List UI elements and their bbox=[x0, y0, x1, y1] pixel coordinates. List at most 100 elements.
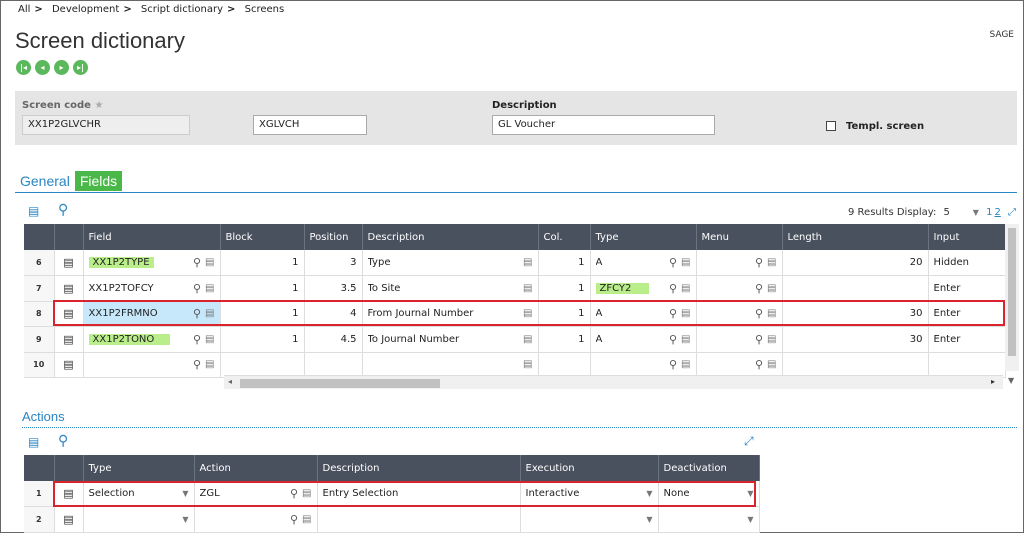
description-cell[interactable]: Type bbox=[368, 257, 520, 268]
col-description[interactable]: Description bbox=[317, 455, 521, 481]
col-cell[interactable]: 1 bbox=[538, 326, 591, 353]
display-select[interactable]: 5 bbox=[944, 207, 970, 218]
expand-icon[interactable]: ⤢ bbox=[744, 434, 754, 449]
detail-icon[interactable]: ▤ bbox=[205, 257, 214, 268]
row-detail-icon[interactable]: ▤ bbox=[54, 506, 84, 533]
position-cell[interactable]: 4.5 bbox=[304, 326, 363, 353]
breadcrumb-screens[interactable]: Screens bbox=[245, 4, 285, 15]
detail-icon[interactable]: ▤ bbox=[205, 334, 214, 345]
field-cell[interactable]: XX1P2TOFCY bbox=[89, 283, 190, 294]
search-icon[interactable]: ⚲ bbox=[669, 358, 677, 371]
search-icon[interactable]: ⚲ bbox=[58, 202, 68, 218]
input-cell[interactable] bbox=[928, 352, 1006, 378]
row-detail-icon[interactable]: ▤ bbox=[54, 352, 84, 378]
description-cell[interactable]: To Site bbox=[368, 283, 520, 294]
length-cell[interactable] bbox=[782, 352, 929, 378]
type-cell[interactable]: ZFCY2 bbox=[595, 282, 650, 294]
col-type[interactable]: Type bbox=[590, 224, 697, 250]
tab-fields[interactable]: Fields bbox=[74, 171, 123, 191]
detail-icon[interactable]: ▤ bbox=[302, 514, 311, 525]
col-position[interactable]: Position bbox=[304, 224, 363, 250]
page-2-link[interactable]: 2 bbox=[994, 207, 1000, 218]
translation-icon[interactable]: ▤ bbox=[523, 283, 532, 294]
horizontal-scrollbar[interactable]: ◂ ▸ bbox=[224, 375, 1003, 389]
chevron-down-icon[interactable]: ▼ bbox=[747, 515, 753, 524]
row-detail-icon[interactable]: ▤ bbox=[54, 250, 84, 276]
chevron-down-icon[interactable]: ▼ bbox=[646, 515, 652, 524]
col-menu[interactable]: Menu bbox=[696, 224, 783, 250]
chevron-down-icon[interactable]: ▼ bbox=[973, 208, 979, 217]
field-cell[interactable]: XX1P2TYPE bbox=[88, 257, 154, 268]
search-icon[interactable]: ⚲ bbox=[193, 358, 201, 371]
detail-icon[interactable]: ▤ bbox=[681, 283, 690, 294]
length-cell[interactable] bbox=[782, 275, 929, 302]
type-cell[interactable]: A bbox=[596, 257, 666, 268]
table-row[interactable]: 6 ▤ XX1P2TYPE ⚲ ▤ 1 3 Type ▤ 1 A ⚲ ▤ ⚲ ▤ 20 Hi… bbox=[24, 250, 1006, 276]
search-icon[interactable]: ⚲ bbox=[669, 256, 677, 269]
col-deactivation[interactable]: Deactivation bbox=[658, 455, 760, 481]
col-cell[interactable]: 1 bbox=[538, 275, 591, 302]
position-cell[interactable]: 3 bbox=[304, 250, 363, 276]
block-cell[interactable] bbox=[220, 352, 305, 378]
detail-icon[interactable]: ▤ bbox=[767, 359, 776, 370]
expand-icon[interactable]: ⤢ bbox=[1008, 207, 1016, 218]
row-detail-icon[interactable]: ▤ bbox=[54, 275, 84, 302]
previous-record-icon[interactable]: ◂ bbox=[35, 60, 50, 75]
col-block[interactable]: Block bbox=[220, 224, 305, 250]
col-field[interactable]: Field bbox=[83, 224, 221, 250]
search-icon[interactable]: ⚲ bbox=[755, 282, 763, 295]
row-detail-icon[interactable]: ▤ bbox=[54, 326, 84, 353]
horizontal-scroll-thumb[interactable] bbox=[240, 379, 440, 388]
input-cell[interactable]: Hidden bbox=[928, 250, 1006, 276]
grid-view-icon[interactable]: ▤ bbox=[28, 204, 39, 218]
first-record-icon[interactable]: |◂ bbox=[16, 60, 31, 75]
detail-icon[interactable]: ▤ bbox=[767, 334, 776, 345]
type-cell[interactable]: A bbox=[596, 334, 666, 345]
table-row[interactable]: 9 ▤ XX1P2TONO ⚲ ▤ 1 4.5 To Journal Number ▤… bbox=[24, 326, 1006, 353]
vertical-scroll-thumb[interactable] bbox=[1008, 228, 1016, 356]
field-cell[interactable]: XX1P2TONO bbox=[88, 333, 171, 345]
search-icon[interactable]: ⚲ bbox=[755, 358, 763, 371]
position-cell[interactable] bbox=[304, 352, 363, 378]
input-cell[interactable]: Enter bbox=[928, 275, 1006, 302]
scroll-down-icon[interactable]: ▼ bbox=[1008, 376, 1014, 385]
block-cell[interactable]: 1 bbox=[220, 326, 305, 353]
tab-general[interactable]: General bbox=[15, 171, 75, 191]
detail-icon[interactable]: ▤ bbox=[767, 283, 776, 294]
translation-icon[interactable]: ▤ bbox=[523, 334, 532, 345]
table-row[interactable]: 10 ▤ ⚲ ▤ ▤ ⚲ ▤ ⚲ ▤ bbox=[24, 352, 1006, 378]
next-record-icon[interactable]: ▸ bbox=[54, 60, 69, 75]
search-icon[interactable]: ⚲ bbox=[669, 282, 677, 295]
search-icon[interactable]: ⚲ bbox=[669, 333, 677, 346]
search-icon[interactable]: ⚲ bbox=[193, 333, 201, 346]
detail-icon[interactable]: ▤ bbox=[767, 257, 776, 268]
chevron-down-icon[interactable]: ▼ bbox=[182, 515, 188, 524]
search-icon[interactable]: ⚲ bbox=[193, 282, 201, 295]
col-description[interactable]: Description bbox=[362, 224, 539, 250]
col-action[interactable]: Action bbox=[194, 455, 318, 481]
scroll-right-icon[interactable]: ▸ bbox=[991, 377, 995, 386]
table-row[interactable]: 2 ▤ ▼ ⚲ ▤ ▼ ▼ bbox=[24, 506, 760, 533]
description-cell[interactable]: To Journal Number bbox=[368, 334, 520, 345]
screen-code-field[interactable]: XX1P2GLVCHR bbox=[22, 115, 190, 135]
col-cell[interactable]: 1 bbox=[538, 250, 591, 276]
input-cell[interactable]: Enter bbox=[928, 326, 1006, 353]
detail-icon[interactable]: ▤ bbox=[681, 334, 690, 345]
grid-view-icon[interactable]: ▤ bbox=[28, 435, 39, 449]
search-icon[interactable]: ⚲ bbox=[290, 513, 298, 526]
search-icon[interactable]: ⚲ bbox=[755, 256, 763, 269]
table-row[interactable]: 7 ▤ XX1P2TOFCY ⚲ ▤ 1 3.5 To Site ▤ 1 ZFCY2 ⚲… bbox=[24, 275, 1006, 302]
search-icon[interactable]: ⚲ bbox=[193, 256, 201, 269]
search-icon[interactable]: ⚲ bbox=[58, 433, 68, 449]
page-1-link[interactable]: 1 bbox=[986, 207, 992, 218]
length-cell[interactable]: 20 bbox=[782, 250, 929, 276]
search-icon[interactable]: ⚲ bbox=[755, 333, 763, 346]
block-cell[interactable]: 1 bbox=[220, 275, 305, 302]
detail-icon[interactable]: ▤ bbox=[205, 359, 214, 370]
col-col[interactable]: Col. bbox=[538, 224, 591, 250]
detail-icon[interactable]: ▤ bbox=[681, 257, 690, 268]
col-length[interactable]: Length bbox=[782, 224, 929, 250]
last-record-icon[interactable]: ▸| bbox=[73, 60, 88, 75]
col-type[interactable]: Type bbox=[83, 455, 195, 481]
templ-screen-checkbox[interactable] bbox=[826, 121, 836, 131]
